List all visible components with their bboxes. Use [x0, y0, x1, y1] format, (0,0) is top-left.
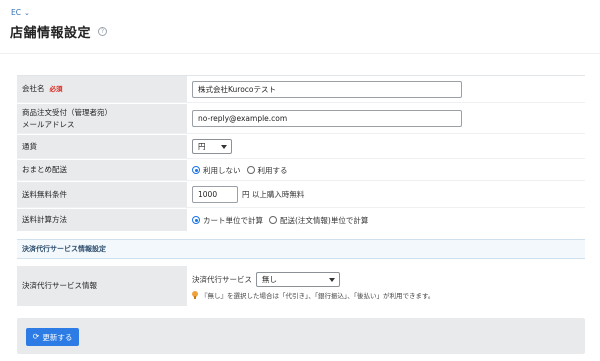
update-button-label: 更新する [42, 332, 73, 342]
payment-service-label: 決済代行サービス情報 [17, 266, 187, 306]
chevron-down-icon[interactable]: ⌄ [24, 9, 30, 17]
lightbulb-icon [192, 291, 198, 299]
bundle-shipping-label: おまとめ配送 [17, 160, 187, 180]
row-shipping-calc: 送料計算方法 カート単位で計算 配送(注文情報)単位で計算 [17, 209, 585, 231]
payment-service-select[interactable]: 無し [256, 272, 340, 287]
order-email-label-line1: 商品注文受付（管理者宛） [22, 107, 112, 117]
currency-select[interactable]: 円 [192, 139, 232, 154]
chevron-down-icon [329, 277, 335, 282]
order-email-label-cell: 商品注文受付（管理者宛） メールアドレス [17, 104, 187, 133]
shipping-calc-radio-cart[interactable] [192, 216, 200, 224]
currency-label: 通貨 [17, 135, 187, 158]
form-footer: ⟳ 更新する [17, 318, 585, 354]
shipping-calc-option-0[interactable]: カート単位で計算 [203, 215, 263, 226]
update-button[interactable]: ⟳ 更新する [26, 328, 79, 346]
free-shipping-amount-input[interactable]: 1000 [192, 186, 238, 203]
row-company: 会社名 必須 株式会社Kurocoテスト [17, 76, 585, 103]
row-order-email: 商品注文受付（管理者宛） メールアドレス no-reply@example.co… [17, 104, 585, 134]
bundle-shipping-option-0[interactable]: 利用しない [203, 165, 241, 176]
company-label-cell: 会社名 必須 [17, 76, 187, 102]
breadcrumb-label[interactable]: EC [11, 8, 21, 17]
payment-section-heading: 決済代行サービス情報設定 [17, 239, 585, 259]
divider [0, 53, 600, 54]
currency-selected: 円 [198, 142, 206, 151]
row-currency: 通貨 円 [17, 135, 585, 159]
shipping-calc-label: 送料計算方法 [17, 209, 187, 231]
shipping-calc-option-1[interactable]: 配送(注文情報)単位で計算 [280, 215, 368, 226]
required-badge: 必須 [49, 85, 63, 93]
payment-note: 『無し』を選択した場合は「代引き」、「銀行振込」、「後払い」が利用できます。 [201, 292, 435, 300]
order-email-label-line2: メールアドレス [22, 119, 75, 129]
row-free-shipping: 送料無料条件 1000 円 以上購入時無料 [17, 182, 585, 208]
free-shipping-suffix: 円 以上購入時無料 [242, 190, 305, 199]
store-settings-form: 会社名 必須 株式会社Kurocoテスト 商品注文受付（管理者宛） メールアドレ… [17, 75, 585, 306]
refresh-icon: ⟳ [32, 332, 40, 341]
chevron-down-icon [221, 144, 227, 149]
page-title: 店舗情報設定 [10, 26, 92, 41]
payment-service-selected: 無し [262, 275, 277, 284]
row-payment-service: 決済代行サービス情報 決済代行サービス 無し 『無し』を選択した場合は「代引き」… [17, 266, 585, 306]
company-label: 会社名 [22, 84, 45, 93]
help-icon[interactable]: ? [98, 27, 107, 36]
order-email-input[interactable]: no-reply@example.com [192, 110, 462, 127]
bundle-shipping-radio-off[interactable] [192, 166, 200, 174]
bundle-shipping-option-1[interactable]: 利用する [258, 165, 288, 176]
row-bundle-shipping: おまとめ配送 利用しない 利用する [17, 160, 585, 181]
bundle-shipping-radio-on[interactable] [246, 166, 255, 174]
free-shipping-label: 送料無料条件 [17, 182, 187, 207]
company-name-input[interactable]: 株式会社Kurocoテスト [192, 80, 462, 98]
breadcrumb[interactable]: EC ⌄ [11, 8, 30, 17]
shipping-calc-radio-delivery[interactable] [269, 216, 277, 224]
payment-service-field-label: 決済代行サービス [192, 275, 252, 284]
